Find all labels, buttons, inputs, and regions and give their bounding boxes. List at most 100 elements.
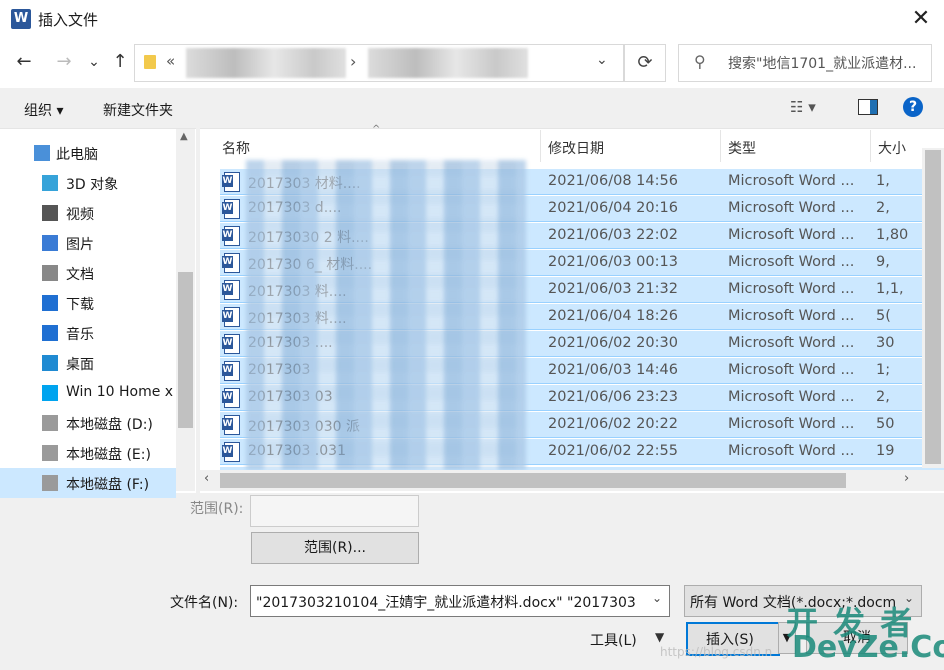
file-size: 5( <box>876 308 891 324</box>
tools-dropdown-icon[interactable]: ▼ <box>655 630 664 644</box>
download-icon <box>42 295 58 311</box>
file-size: 1; <box>876 362 891 378</box>
word-document-icon <box>222 388 240 408</box>
file-size: 1,1, <box>876 281 904 297</box>
word-document-icon <box>222 172 240 192</box>
word-document-icon <box>222 280 240 300</box>
watermark-logo-text: DevZe.CoM <box>792 630 944 665</box>
sidebar-item-label: 文档 <box>66 267 94 283</box>
word-document-icon <box>222 307 240 327</box>
sidebar-item-label: 音乐 <box>66 327 94 343</box>
title-bar <box>0 0 944 38</box>
scroll-up-icon[interactable]: ▲ <box>180 131 188 142</box>
word-document-icon <box>222 199 240 219</box>
windows-drive-icon <box>42 385 58 401</box>
file-size: 2, <box>876 389 890 405</box>
file-size: 19 <box>876 443 895 459</box>
word-document-icon <box>222 253 240 273</box>
sidebar-item-label: 视频 <box>66 207 94 223</box>
horizontal-scroll-thumb[interactable] <box>220 473 846 488</box>
recent-locations-icon[interactable]: ⌄ <box>82 50 106 74</box>
range-label: 范围(R): <box>190 501 244 517</box>
range-input[interactable] <box>250 495 419 527</box>
computer-icon <box>34 145 50 161</box>
chevron-down-icon[interactable]: ⌄ <box>652 591 662 605</box>
refresh-icon[interactable]: ⟳ <box>624 44 666 82</box>
file-date: 2021/06/02 22:55 <box>548 443 678 459</box>
file-size: 30 <box>876 335 895 351</box>
column-header-size[interactable]: 大小 <box>878 138 906 158</box>
column-header-type[interactable]: 类型 <box>728 138 756 158</box>
back-arrow-icon[interactable]: ← <box>12 50 36 74</box>
file-type: Microsoft Word ... <box>728 308 855 324</box>
filename-value[interactable]: "2017303210104_汪婧宇_就业派遣材料.docx" "2017303 <box>256 592 646 612</box>
address-dropdown-icon[interactable]: ⌄ <box>596 52 608 68</box>
preview-pane-icon[interactable] <box>858 99 878 115</box>
file-type: Microsoft Word ... <box>728 227 855 243</box>
chevron-right-icon[interactable]: › <box>350 52 356 71</box>
scroll-left-icon[interactable]: ‹ <box>204 471 209 486</box>
picture-icon <box>42 235 58 251</box>
sidebar-item[interactable]: 桌面 <box>0 348 176 378</box>
address-segment-blurred[interactable] <box>368 48 528 78</box>
column-header-date[interactable]: 修改日期 <box>548 138 604 158</box>
help-icon[interactable]: ? <box>903 97 923 117</box>
sidebar-item[interactable]: Win 10 Home x <box>0 378 176 408</box>
word-document-icon <box>222 361 240 381</box>
sidebar-item-label: 图片 <box>66 237 94 253</box>
file-size: 2, <box>876 200 890 216</box>
sidebar-item-label: 本地磁盘 (F:) <box>66 477 150 493</box>
music-icon <box>42 325 58 341</box>
drive-icon <box>42 445 58 461</box>
scroll-right-icon[interactable]: › <box>904 471 909 486</box>
word-document-icon <box>222 442 240 462</box>
file-type: Microsoft Word ... <box>728 362 855 378</box>
close-icon[interactable]: ✕ <box>906 4 936 34</box>
column-divider[interactable] <box>540 130 541 162</box>
file-date: 2021/06/06 23:23 <box>548 389 678 405</box>
sort-ascending-icon: ^ <box>372 124 381 135</box>
file-date: 2021/06/08 14:56 <box>548 173 678 189</box>
forward-arrow-icon[interactable]: → <box>52 50 76 74</box>
privacy-blur-overlay <box>246 160 526 470</box>
address-overflow-icon[interactable]: « <box>166 52 175 70</box>
organize-button[interactable]: 组织 ▾ <box>24 100 63 120</box>
file-type: Microsoft Word ... <box>728 443 855 459</box>
folder-icon <box>144 55 156 69</box>
document-icon <box>42 265 58 281</box>
sidebar-item[interactable]: 本地磁盘 (F:) <box>0 468 176 498</box>
column-header-name[interactable]: 名称 <box>222 138 250 158</box>
sidebar-item[interactable]: 3D 对象 <box>0 168 176 198</box>
drive-icon <box>42 475 58 491</box>
address-segment-blurred[interactable] <box>186 48 346 78</box>
sidebar-scroll-thumb[interactable] <box>178 272 193 428</box>
range-button[interactable]: 范围(R)... <box>251 532 419 564</box>
file-type: Microsoft Word ... <box>728 281 855 297</box>
file-date: 2021/06/03 21:32 <box>548 281 678 297</box>
word-document-icon <box>222 226 240 246</box>
sidebar-item-label: 本地磁盘 (D:) <box>66 417 153 433</box>
search-placeholder[interactable]: 搜索"地信1701_就业派遣材... <box>728 53 916 73</box>
sidebar-item[interactable]: 本地磁盘 (E:) <box>0 438 176 468</box>
vertical-scroll-thumb[interactable] <box>925 150 941 464</box>
column-divider[interactable] <box>870 130 871 162</box>
sidebar-item-label: 3D 对象 <box>66 177 119 193</box>
drive-icon <box>42 415 58 431</box>
sidebar-item[interactable]: 下载 <box>0 288 176 318</box>
sidebar-item[interactable]: 音乐 <box>0 318 176 348</box>
sidebar-item[interactable]: 此电脑 <box>0 138 176 168</box>
sidebar-item-label: Win 10 Home x <box>66 384 174 400</box>
up-arrow-icon[interactable]: ↑ <box>108 50 132 74</box>
sidebar-item[interactable]: 图片 <box>0 228 176 258</box>
column-divider[interactable] <box>720 130 721 162</box>
tools-button[interactable]: 工具(L) <box>590 630 637 650</box>
filename-label: 文件名(N): <box>170 595 239 611</box>
view-options-icon[interactable]: ☷ ▾ <box>790 98 816 116</box>
new-folder-button[interactable]: 新建文件夹 <box>103 100 173 120</box>
file-type: Microsoft Word ... <box>728 389 855 405</box>
sidebar-item[interactable]: 文档 <box>0 258 176 288</box>
file-size: 50 <box>876 416 895 432</box>
video-icon <box>42 205 58 221</box>
sidebar-item[interactable]: 视频 <box>0 198 176 228</box>
sidebar-item[interactable]: 本地磁盘 (D:) <box>0 408 176 438</box>
